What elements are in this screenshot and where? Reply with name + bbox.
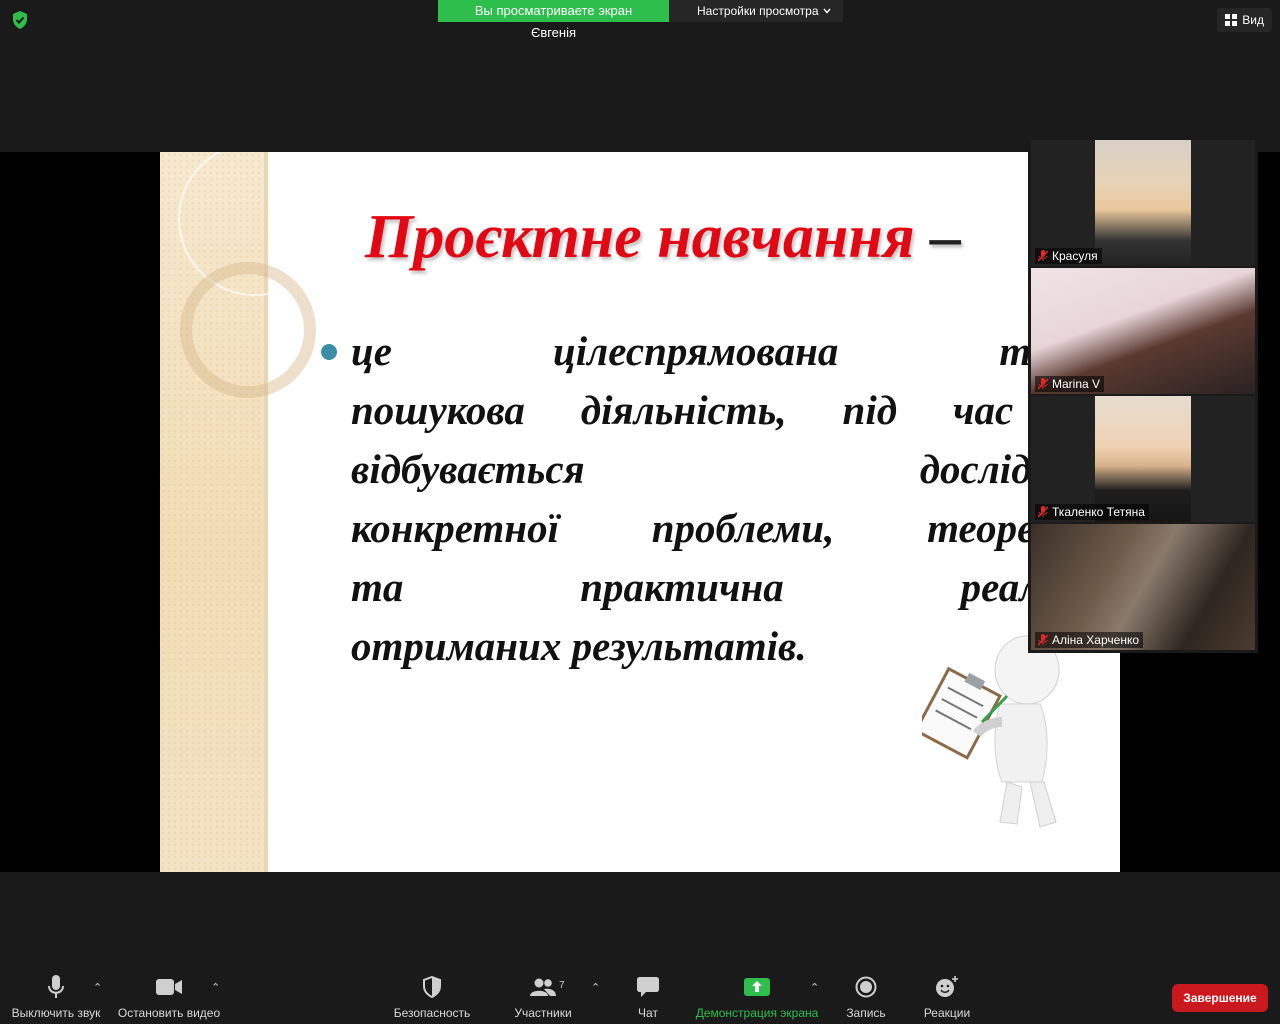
body-word: діяльність, [580, 387, 787, 433]
top-bar: Вы просматриваете экран Євгенія Настройк… [0, 0, 1280, 152]
participant-tile[interactable]: Аліна Харченко [1031, 524, 1255, 650]
body-word: це [351, 328, 392, 374]
meeting-toolbar: Выключить звук ⌃ Остановить видео ⌃ Безо… [0, 872, 1280, 1024]
slide-title: Проєктне навчання – [365, 202, 961, 273]
audio-options-caret-icon[interactable]: ⌃ [93, 981, 102, 994]
participant-gallery[interactable]: Красуля Marina V Ткаленко Тетяна Аліна Х… [1028, 137, 1258, 653]
video-camera-icon [156, 979, 182, 995]
participant-tile[interactable]: Ткаленко Тетяна [1031, 396, 1255, 522]
chat-button[interactable]: Чат [593, 972, 703, 1020]
screen-share-banner: Вы просматриваете экран Євгенія Настройк… [438, 0, 843, 40]
slide-decorative-panel [160, 152, 332, 872]
view-button-label: Вид [1242, 13, 1264, 27]
slide-title-text: Проєктне навчання [365, 203, 915, 271]
body-word: час [952, 387, 1014, 433]
body-word: пошукова [351, 387, 525, 433]
security-button[interactable]: Безопасность [377, 972, 487, 1020]
participant-tile[interactable]: Красуля [1031, 140, 1255, 266]
participants-label: Участники [514, 1006, 572, 1020]
view-settings-dropdown[interactable]: Настройки просмотра [669, 0, 843, 22]
share-banner-text: Вы просматриваете экран Євгенія [438, 0, 669, 40]
presentation-slide: Проєктне навчання – це цілеспрямована тв… [160, 152, 1120, 872]
body-word: конкретної [351, 505, 559, 551]
chat-bubble-icon [637, 977, 659, 997]
participant-name: Marina V [1052, 377, 1101, 391]
chevron-down-icon [822, 8, 831, 14]
participant-name-tag: Ткаленко Тетяна [1035, 504, 1149, 520]
share-screen-arrow-icon [744, 978, 770, 996]
participant-tile[interactable]: Marina V [1031, 268, 1255, 394]
slide-title-dash: – [930, 203, 962, 271]
body-line: відбувається досліджен [351, 440, 1111, 499]
security-label: Безопасность [393, 1006, 471, 1020]
participant-name-tag: Аліна Харченко [1035, 632, 1144, 648]
participant-name: Ткаленко Тетяна [1052, 505, 1145, 519]
participant-name-tag: Marina V [1035, 376, 1105, 392]
mic-muted-icon [1038, 506, 1048, 518]
microphone-icon [48, 975, 64, 998]
participants-count: 7 [559, 980, 565, 991]
share-screen-button[interactable]: Демонстрация экрана [692, 972, 822, 1020]
body-word: отриманих результатів. [351, 623, 807, 669]
participant-name: Аліна Харченко [1052, 633, 1140, 647]
security-shield-icon [423, 976, 441, 998]
body-line: та практична реалізац [351, 558, 1111, 617]
mic-muted-icon [1038, 250, 1048, 262]
stop-video-button[interactable]: Остановить видео [114, 972, 224, 1020]
video-options-caret-icon[interactable]: ⌃ [211, 981, 220, 994]
reactions-label: Реакции [923, 1006, 971, 1020]
body-word: цілеспрямована [552, 328, 839, 374]
body-line: конкретної проблеми, теоретич [351, 499, 1111, 558]
record-label: Запись [846, 1006, 886, 1020]
decorative-ring [180, 262, 316, 398]
body-word: під [842, 387, 898, 433]
body-word: проблеми, [651, 505, 835, 551]
encryption-shield-icon[interactable] [10, 10, 30, 30]
body-line: це цілеспрямована творч [351, 322, 1111, 381]
mic-muted-icon [1038, 378, 1048, 390]
participant-video [1095, 140, 1191, 266]
grid-view-icon [1225, 14, 1238, 26]
stop-video-label: Остановить видео [117, 1006, 221, 1020]
chat-label: Чат [638, 1006, 658, 1020]
body-word: відбувається [351, 446, 585, 492]
body-line: пошукова діяльність, під час як [351, 381, 1111, 440]
view-button[interactable]: Вид [1217, 8, 1272, 32]
view-settings-label: Настройки просмотра [697, 4, 819, 18]
body-word: практична [580, 564, 784, 610]
participant-name-tag: Красуля [1035, 248, 1102, 264]
share-screen-label: Демонстрация экрана [695, 1006, 819, 1020]
participants-button[interactable]: Участники [488, 972, 598, 1020]
mute-button[interactable]: Выключить звук [1, 972, 111, 1020]
participants-icon [530, 978, 556, 996]
bullet-dot [321, 344, 337, 360]
participant-name: Красуля [1052, 249, 1098, 263]
clipboard-figure-illustration [922, 635, 1060, 828]
emoji-reaction-icon [936, 976, 958, 997]
mute-button-label: Выключить звук [11, 1006, 101, 1020]
end-meeting-button[interactable]: Завершение [1172, 984, 1268, 1012]
mic-muted-icon [1038, 634, 1048, 646]
body-word: та [351, 564, 404, 610]
record-icon [855, 976, 877, 998]
reactions-button[interactable]: Реакции [892, 972, 1002, 1020]
